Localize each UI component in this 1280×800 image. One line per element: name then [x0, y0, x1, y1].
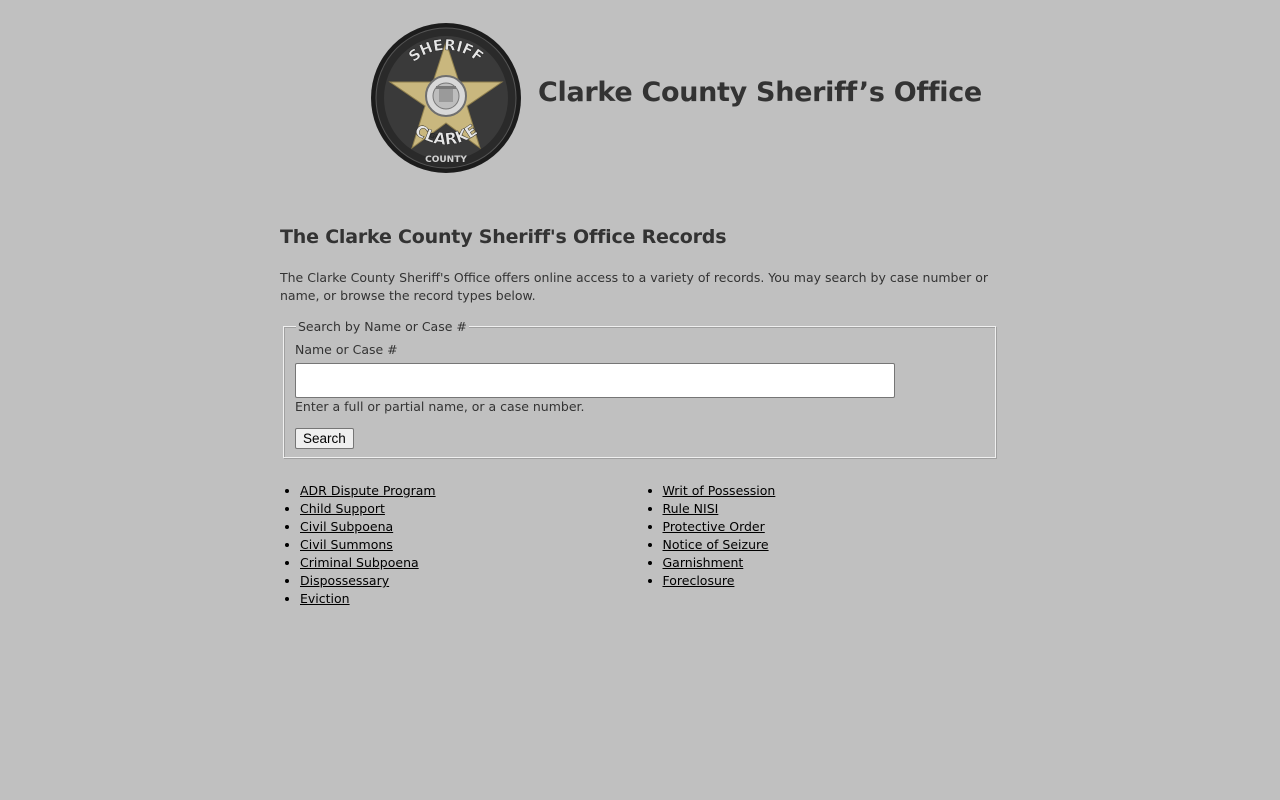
list-item: Dispossessary	[300, 572, 643, 590]
site-header: SHERIFF GEORGIA CLARKE COUNTY Clarke Cou…	[370, 22, 982, 174]
list-item: Rule NISI	[663, 500, 1006, 518]
list-item: Notice of Seizure	[663, 536, 1006, 554]
site-title: Clarke County Sheriff’s Office	[538, 77, 982, 108]
link-civil-subpoena[interactable]: Civil Subpoena	[300, 519, 393, 534]
list-item: Writ of Possession	[663, 482, 1006, 500]
list-item: Criminal Subpoena	[300, 554, 643, 572]
record-links-left-column: ADR Dispute Program Child Support Civil …	[280, 482, 643, 608]
search-button[interactable]: Search	[295, 428, 354, 449]
list-item: Civil Subpoena	[300, 518, 643, 536]
intro-text: The Clarke County Sheriff's Office offer…	[280, 270, 989, 303]
link-child-support[interactable]: Child Support	[300, 501, 385, 516]
list-item: Foreclosure	[663, 572, 1006, 590]
search-legend: Search by Name or Case #	[296, 319, 469, 334]
list-item: Protective Order	[663, 518, 1006, 536]
list-item: Eviction	[300, 590, 643, 608]
link-writ-of-possession[interactable]: Writ of Possession	[663, 483, 776, 498]
search-field-label: Name or Case #	[295, 342, 398, 357]
link-dispossessary[interactable]: Dispossessary	[300, 573, 389, 588]
list-item: Civil Summons	[300, 536, 643, 554]
list-item: Child Support	[300, 500, 643, 518]
list-item: ADR Dispute Program	[300, 482, 643, 500]
page: SHERIFF GEORGIA CLARKE COUNTY Clarke Cou…	[0, 0, 1280, 800]
link-notice-of-seizure[interactable]: Notice of Seizure	[663, 537, 769, 552]
search-fieldset: Search by Name or Case # Name or Case # …	[283, 319, 996, 458]
seal-bottom-text: COUNTY	[425, 155, 467, 165]
link-eviction[interactable]: Eviction	[300, 591, 350, 606]
page-title: The Clarke County Sheriff's Office Recor…	[280, 226, 727, 248]
link-garnishment[interactable]: Garnishment	[663, 555, 744, 570]
records-main: The Clarke County Sheriff's Office Recor…	[280, 226, 1005, 606]
record-type-links: ADR Dispute Program Child Support Civil …	[280, 482, 1005, 608]
link-foreclosure[interactable]: Foreclosure	[663, 573, 735, 588]
record-links-right-column: Writ of Possession Rule NISI Protective …	[643, 482, 1006, 608]
search-input[interactable]	[295, 363, 895, 398]
link-criminal-subpoena[interactable]: Criminal Subpoena	[300, 555, 419, 570]
link-adr-dispute-program[interactable]: ADR Dispute Program	[300, 483, 436, 498]
link-rule-nisi[interactable]: Rule NISI	[663, 501, 719, 516]
search-hint: Enter a full or partial name, or a case …	[295, 399, 585, 414]
link-civil-summons[interactable]: Civil Summons	[300, 537, 393, 552]
sheriff-seal-logo: SHERIFF GEORGIA CLARKE COUNTY	[371, 23, 521, 173]
list-item: Garnishment	[663, 554, 1006, 572]
link-protective-order[interactable]: Protective Order	[663, 519, 765, 534]
